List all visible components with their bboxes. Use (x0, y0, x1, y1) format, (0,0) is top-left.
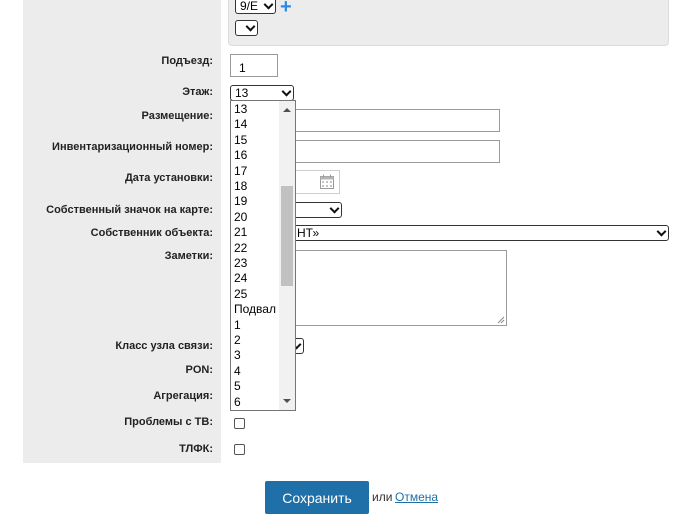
floor-select-value: 13 (235, 86, 249, 100)
resize-handle-icon[interactable] (497, 316, 505, 324)
floor-option[interactable]: 21 (234, 225, 247, 240)
address-panel (228, 0, 669, 46)
calendar-icon[interactable] (320, 174, 334, 189)
secondary-select[interactable] (235, 20, 258, 36)
pon-label: PON: (185, 364, 214, 376)
floor-option[interactable]: 1 (234, 318, 241, 333)
floor-option[interactable]: 17 (234, 164, 247, 179)
entrance-label: Подъезд: (161, 55, 213, 67)
add-plus-icon[interactable]: + (280, 0, 292, 17)
floor-option[interactable]: 6 (234, 395, 241, 410)
floor-dropdown-list[interactable]: 13 14 15 16 17 18 19 20 21 22 23 24 25 Подвал 1 2 3 4 5 6 (230, 100, 296, 411)
or-text: или (372, 490, 393, 504)
floor-option[interactable]: 19 (234, 194, 247, 209)
floor-option[interactable]: 24 (234, 271, 247, 286)
map-icon-label: Собственный значок на карте: (46, 204, 213, 216)
floor-option[interactable]: 25 (234, 287, 247, 302)
floor-option[interactable]: 23 (234, 256, 247, 271)
install-date-label: Дата установки: (124, 172, 213, 184)
floor-select[interactable]: 13 (230, 85, 294, 101)
entrance-input[interactable]: 1 (230, 54, 278, 77)
entrance-input-value: 1 (239, 61, 246, 75)
chevron-down-icon (656, 226, 667, 237)
chevron-down-icon (329, 203, 340, 214)
chevron-down-icon (281, 86, 292, 97)
floor-option[interactable]: 16 (234, 148, 247, 163)
placement-label: Размещение: (141, 110, 213, 122)
floor-option[interactable]: 22 (234, 241, 247, 256)
tlfk-label: ТЛФК: (179, 443, 213, 455)
scroll-down-arrow-icon[interactable] (283, 399, 291, 403)
tv-problems-checkbox[interactable] (234, 418, 245, 429)
notes-label: Заметки: (164, 250, 213, 262)
floor-option[interactable]: 3 (234, 348, 241, 363)
floor-option[interactable]: 4 (234, 364, 241, 379)
owner-label: Собственник объекта: (90, 227, 213, 239)
dropdown-scrollbar[interactable] (279, 101, 295, 410)
owner-select-value: НТ» (297, 226, 320, 240)
inventory-number-label: Инвентаризационный номер: (52, 141, 213, 153)
chevron-down-icon (245, 21, 256, 32)
aggregation-label: Агрегация: (153, 390, 213, 402)
building-select[interactable]: 9/Е (235, 0, 276, 14)
scroll-up-arrow-icon[interactable] (283, 108, 291, 112)
floor-option[interactable]: 13 (234, 102, 247, 117)
chevron-down-icon (263, 0, 274, 10)
floor-option[interactable]: 20 (234, 210, 247, 225)
floor-option[interactable]: 15 (234, 133, 247, 148)
save-button[interactable]: Сохранить (265, 481, 369, 514)
tv-problems-label: Проблемы с ТВ: (124, 416, 213, 428)
node-class-label: Класс узла связи: (115, 340, 213, 352)
scrollbar-thumb[interactable] (281, 186, 293, 286)
floor-option[interactable]: 5 (234, 379, 241, 394)
tlfk-checkbox[interactable] (234, 444, 245, 455)
floor-option[interactable]: 2 (234, 333, 241, 348)
cancel-link[interactable]: Отмена (395, 490, 438, 504)
floor-label: Этаж: (182, 86, 213, 98)
floor-option[interactable]: 14 (234, 117, 247, 132)
floor-option[interactable]: Подвал (234, 302, 276, 317)
floor-option[interactable]: 18 (234, 179, 247, 194)
building-select-value: 9/Е (240, 0, 259, 13)
